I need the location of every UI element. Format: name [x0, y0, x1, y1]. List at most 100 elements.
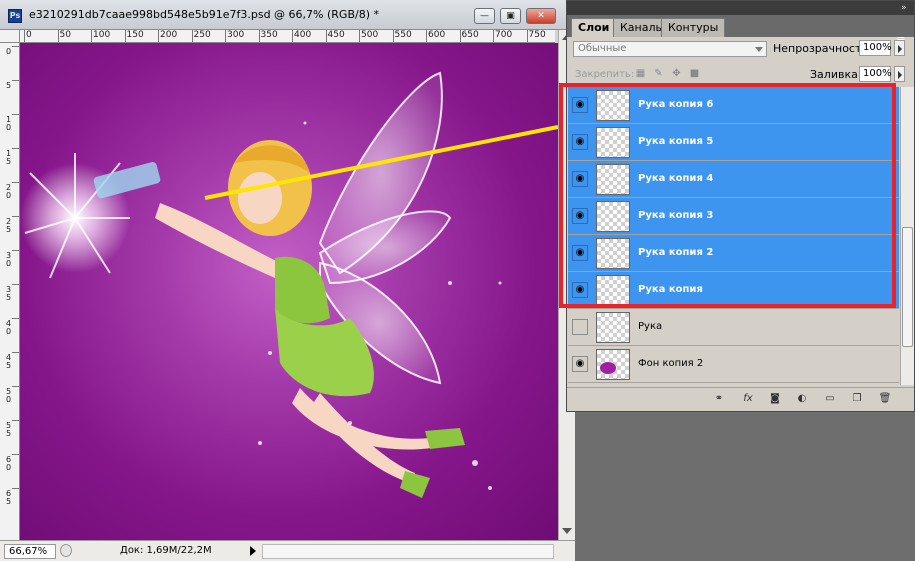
fairy-shoe [400, 471, 430, 498]
sparkle-burst [20, 153, 161, 279]
blend-mode-select[interactable]: Обычные [573, 41, 767, 57]
eye-icon[interactable]: ◉ [572, 282, 588, 298]
collapse-panel-icon[interactable]: » [901, 3, 907, 13]
layer-thumbnail[interactable] [596, 90, 630, 121]
eye-icon[interactable]: ◉ [572, 245, 588, 261]
layer-row[interactable]: ◉ Рука копия [568, 272, 899, 309]
ruler-tick [12, 284, 19, 285]
ruler-label: 500 [361, 30, 379, 40]
minimize-button[interactable]: — [474, 8, 495, 24]
ruler-tick [12, 352, 19, 353]
ruler-label: 350 [260, 30, 278, 40]
document-size-info: Док: 1,69M/22,2M [120, 545, 212, 556]
group-icon[interactable]: ▭ [822, 392, 838, 406]
layer-row[interactable]: ◉ Рука копия 2 [568, 235, 899, 272]
layer-name[interactable]: Рука копия 6 [638, 99, 713, 110]
layer-thumbnail[interactable] [596, 349, 630, 380]
lock-transparency-icon[interactable]: ▦ [635, 68, 646, 79]
panel-header[interactable]: » [567, 1, 914, 15]
document-titlebar[interactable]: Ps e3210291db7caae998bd548e5b91e7f3.psd … [0, 0, 575, 30]
trash-icon[interactable]: 🗑 [877, 392, 893, 406]
eye-icon[interactable]: ◉ [572, 356, 588, 372]
layer-row[interactable]: ◉ Рука копия 4 [568, 161, 899, 198]
fairy-leg [312, 393, 415, 483]
lock-label: Закрепить: [575, 69, 635, 80]
fx-icon[interactable]: fx [740, 392, 756, 406]
layer-name[interactable]: Рука копия 5 [638, 136, 713, 147]
ruler-tick [24, 30, 25, 42]
layer-row[interactable]: ◉ Рука копия 3 [568, 198, 899, 235]
horizontal-ruler[interactable]: 0 50 100 150 200 250 300 350 400 450 500 550 600 650 7… [20, 30, 555, 43]
ruler-label: 25 [6, 217, 12, 234]
ruler-tick [57, 30, 59, 42]
tab-layers[interactable]: Слои [571, 18, 617, 37]
ruler-tick [91, 30, 92, 42]
zoom-field[interactable]: 66,67% [4, 544, 56, 559]
layer-thumbnail[interactable] [596, 164, 630, 195]
link-icon[interactable]: ⚭ [711, 392, 727, 406]
new-layer-icon[interactable]: ❐ [849, 392, 865, 406]
layer-name[interactable]: Рука [638, 321, 662, 332]
layer-name[interactable]: Рука копия 2 [638, 247, 713, 258]
layer-thumbnail[interactable] [596, 275, 630, 306]
eye-icon[interactable]: ◉ [572, 97, 588, 113]
layer-thumbnail[interactable] [596, 312, 630, 343]
ruler-origin[interactable] [0, 30, 20, 43]
ruler-tick [325, 30, 327, 42]
mask-icon[interactable]: ◙ [767, 392, 783, 406]
ruler-tick [12, 420, 19, 421]
canvas-image[interactable] [20, 43, 558, 540]
chevron-down-icon [755, 47, 763, 52]
ruler-label: 100 [93, 30, 111, 40]
close-button[interactable]: ✕ [526, 8, 556, 24]
ruler-tick [12, 318, 19, 319]
eye-icon[interactable] [572, 319, 588, 335]
ruler-label: 200 [160, 30, 178, 40]
lock-all-icon[interactable]: ■ [689, 68, 700, 79]
eye-icon[interactable]: ◉ [572, 208, 588, 224]
document-horizontal-scrollbar[interactable] [262, 544, 554, 559]
lock-position-icon[interactable]: ✥ [671, 68, 682, 79]
fill-slider-arrow-icon[interactable] [894, 66, 905, 82]
layer-row[interactable]: ◉ [568, 383, 899, 385]
ruler-tick [258, 30, 260, 42]
tab-paths[interactable]: Контуры [661, 18, 726, 37]
opacity-field[interactable]: 100% [859, 40, 892, 56]
ruler-tick [124, 30, 126, 42]
layer-name[interactable]: Рука копия 3 [638, 210, 713, 221]
ruler-label: 150 [126, 30, 144, 40]
layer-row[interactable]: ◉ Фон копия 2 [568, 346, 899, 383]
adjustment-icon[interactable]: ◐ [794, 392, 810, 406]
lock-paint-icon[interactable]: ✎ [653, 68, 664, 79]
layer-name[interactable]: Фон копия 2 [638, 358, 703, 369]
ruler-label: 450 [327, 30, 345, 40]
panel-tabs: Слои Каналы Контуры ≡ [567, 15, 914, 46]
eye-icon[interactable]: ◉ [572, 171, 588, 187]
layer-thumbnail[interactable] [596, 238, 630, 269]
layer-row[interactable]: ◉ Рука копия 5 [568, 124, 899, 161]
layers-scrollbar[interactable] [900, 87, 914, 385]
eye-icon[interactable]: ◉ [572, 134, 588, 150]
layers-scroll-thumb[interactable] [902, 227, 913, 347]
layer-row[interactable]: Рука [568, 309, 899, 346]
vertical-ruler[interactable]: 0 5 10 15 20 25 30 35 40 45 50 55 60 65 [0, 43, 20, 540]
scroll-down-icon[interactable] [562, 528, 572, 534]
layers-panel: » Слои Каналы Контуры ≡ Обычные Непрозра… [566, 0, 915, 412]
opacity-slider-arrow-icon[interactable] [894, 40, 905, 56]
layer-row[interactable]: ◉ Рука копия 6 [568, 87, 899, 124]
status-menu-arrow-icon[interactable] [250, 546, 256, 556]
fill-field[interactable]: 100% [859, 66, 892, 82]
ruler-tick [392, 30, 394, 42]
document-window: Ps e3210291db7caae998bd548e5b91e7f3.psd … [0, 0, 575, 561]
layer-thumbnail[interactable] [596, 201, 630, 232]
layer-thumbnail[interactable] [596, 127, 630, 158]
ruler-label: 750 [528, 30, 546, 40]
layer-name[interactable]: Рука копия 4 [638, 173, 713, 184]
ruler-tick [12, 386, 19, 387]
ruler-tick [191, 30, 193, 42]
status-info-icon[interactable] [60, 544, 72, 557]
maximize-button[interactable]: ▣ [500, 8, 521, 24]
layer-name[interactable]: Рука копия [638, 284, 703, 295]
ruler-label: 0 [6, 47, 12, 56]
document-status-bar: 66,67% Док: 1,69M/22,2M [0, 540, 575, 561]
